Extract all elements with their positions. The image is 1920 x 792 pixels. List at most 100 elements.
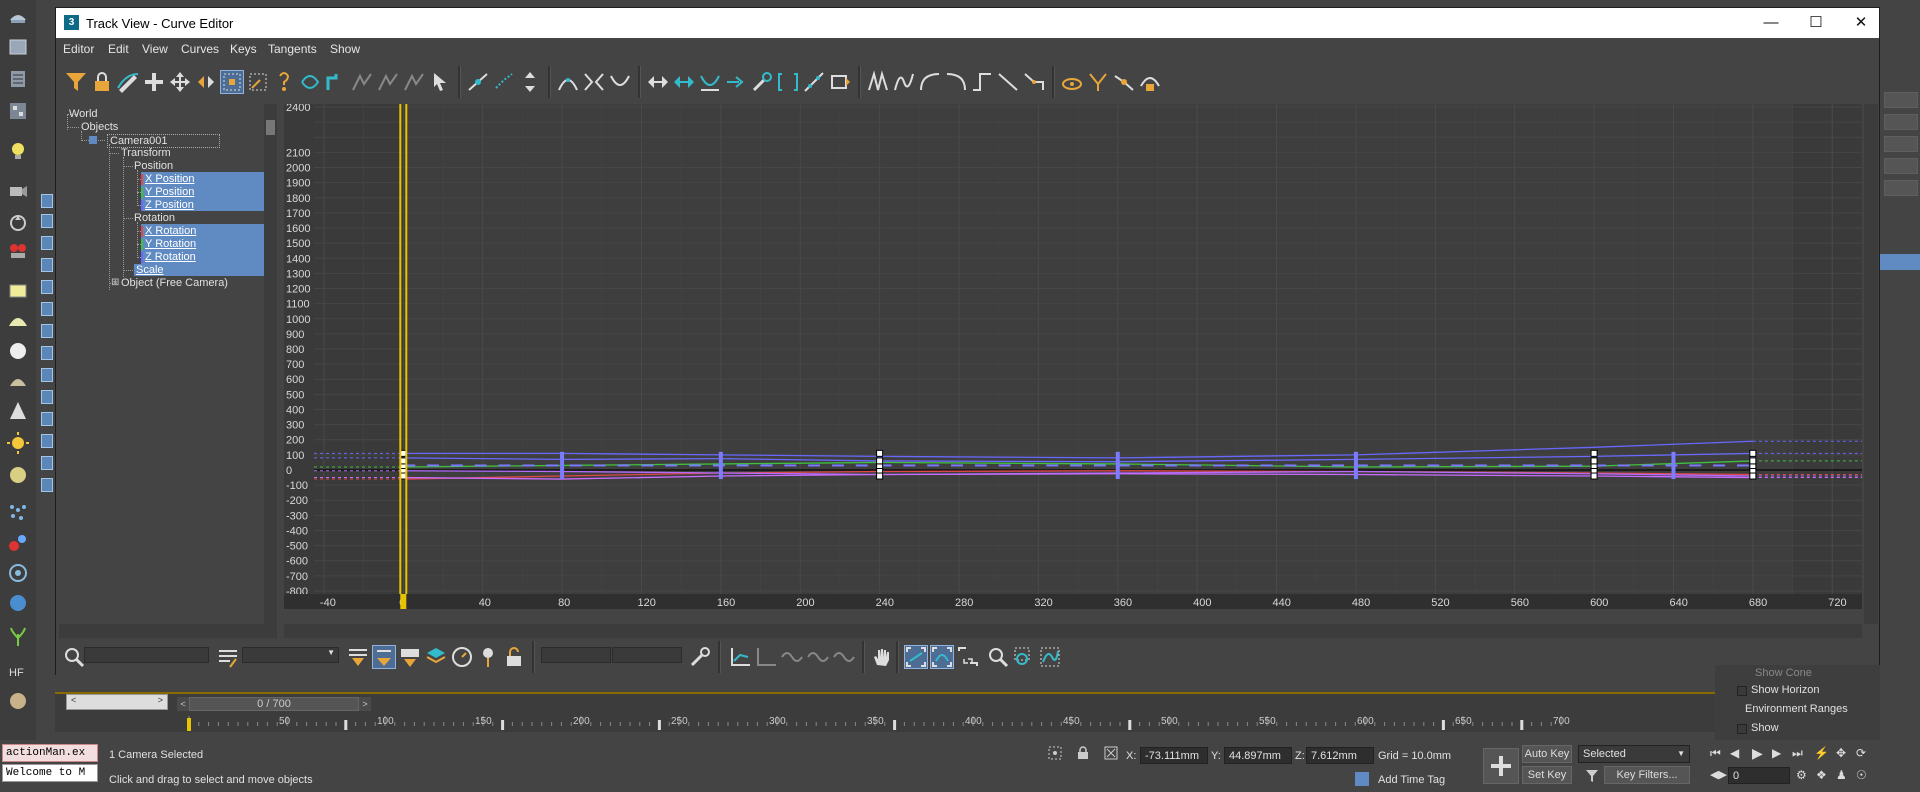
time-slider-next-button[interactable]: >	[359, 697, 371, 711]
tangent-break-icon[interactable]	[582, 70, 606, 94]
add-time-tag[interactable]: Add Time Tag	[1378, 774, 1445, 786]
show-tangents-icon[interactable]	[1060, 70, 1084, 94]
play-icon[interactable]: ▶	[1752, 745, 1763, 762]
graph-axes-icon[interactable]	[728, 645, 752, 669]
tree-node-x-rotation[interactable]: X Rotation	[143, 225, 199, 237]
tool-icon[interactable]	[41, 478, 53, 492]
molecule-icon[interactable]	[7, 532, 29, 554]
walk-icon[interactable]: ♟	[1836, 768, 1847, 782]
pin-icon[interactable]	[476, 645, 500, 669]
expand-icon[interactable]: ⊞	[111, 277, 119, 288]
menu-edit[interactable]: Edit	[108, 42, 129, 56]
tool-icon[interactable]	[41, 434, 53, 448]
zoom-extents-icon[interactable]: ❖	[1816, 768, 1827, 782]
unlock-icon[interactable]	[502, 645, 526, 669]
show-horizon-checkbox[interactable]	[1737, 686, 1747, 696]
slide-keys-icon[interactable]	[194, 70, 218, 94]
move-keys-icon[interactable]	[168, 70, 192, 94]
hf-icon[interactable]: HF	[7, 660, 29, 682]
tangent-custom-icon[interactable]	[1022, 70, 1046, 94]
tangent-linear-icon[interactable]	[996, 70, 1020, 94]
selection-dropdown[interactable]: ▼	[242, 647, 339, 663]
menu-view[interactable]: View	[142, 42, 168, 56]
maxscript-listener-line2[interactable]: Welcome to M	[2, 764, 98, 782]
tree-node-object-free-camera[interactable]: Object (Free Camera)	[121, 277, 228, 289]
network-icon[interactable]	[7, 562, 29, 584]
retime-icon[interactable]	[272, 70, 296, 94]
curve-graph[interactable]: 2400 2100 2000 1900 1800 1700 1600 1500 1400 1300…	[284, 102, 1862, 609]
menu-curves[interactable]: Curves	[181, 42, 219, 56]
key-filters-button[interactable]: Key Filters...	[1604, 766, 1690, 784]
key-stats-icon[interactable]	[688, 645, 712, 669]
filter-selected-icon[interactable]	[372, 645, 396, 669]
hierarchy-icon[interactable]	[7, 100, 29, 122]
cone-icon[interactable]	[7, 400, 29, 422]
tree-vertical-scrollbar[interactable]	[264, 104, 277, 624]
plane-icon[interactable]	[7, 280, 29, 302]
dotted-keys-icon[interactable]	[492, 70, 516, 94]
tree-node-z-position[interactable]: Z Position	[143, 199, 196, 211]
tool-icon[interactable]	[41, 214, 53, 228]
current-frame-field[interactable]: 0	[1728, 767, 1790, 784]
frame-extents-icon[interactable]	[956, 645, 980, 669]
minimize-button[interactable]: —	[1756, 13, 1786, 33]
tool-icon[interactable]	[41, 194, 53, 208]
frame-field[interactable]	[541, 647, 611, 663]
y-coord-field[interactable]: 44.897mm	[1224, 747, 1292, 764]
sphere-gold-icon[interactable]	[7, 464, 29, 486]
panel-button[interactable]	[1884, 158, 1918, 174]
tree-node-y-position[interactable]: Y Position	[143, 186, 197, 198]
pan-hand-icon[interactable]	[870, 645, 894, 669]
ease-curve-icon[interactable]	[698, 70, 722, 94]
orbit-icon[interactable]: ⟳	[1856, 746, 1866, 760]
tree-node-world[interactable]: World	[69, 108, 98, 120]
tree-node-rotation[interactable]: Rotation	[134, 212, 175, 224]
diagonal-keys-icon[interactable]	[802, 70, 826, 94]
tool-icon[interactable]	[41, 302, 53, 316]
layer-stack-icon[interactable]	[424, 645, 448, 669]
z-coord-field[interactable]: 7.612mm	[1306, 747, 1374, 764]
menu-tangents[interactable]: Tangents	[268, 42, 317, 56]
loop-icon[interactable]	[828, 70, 852, 94]
filter-icon[interactable]	[64, 70, 88, 94]
panel-button[interactable]	[1884, 136, 1918, 152]
fov-icon[interactable]: ☉	[1856, 768, 1867, 782]
tree-horizontal-scrollbar[interactable]	[59, 624, 277, 638]
tool-icon[interactable]	[41, 456, 53, 470]
snap-frames-icon[interactable]	[298, 70, 322, 94]
tool-icon[interactable]	[41, 258, 53, 272]
key-mode-icon[interactable]: ⚡	[1814, 746, 1829, 760]
graph-vertical-scrollbar[interactable]	[1864, 104, 1878, 624]
tree-node-position[interactable]: Position	[134, 160, 173, 172]
key-mode-dropdown[interactable]: Selected ▼	[1578, 745, 1690, 763]
shell-spiral-icon[interactable]	[7, 690, 29, 712]
sun-icon[interactable]	[7, 432, 29, 454]
set-key-big-button[interactable]	[1483, 748, 1519, 784]
globe-icon[interactable]	[7, 592, 29, 614]
isolate-icon[interactable]	[1048, 746, 1062, 760]
scale-keys-icon[interactable]	[246, 70, 270, 94]
tree-node-y-rotation[interactable]: Y Rotation	[143, 238, 199, 250]
graph-gray-icon[interactable]	[754, 645, 778, 669]
key-step-icon[interactable]: ◀▶	[1710, 768, 1727, 781]
zoom-curve-icon[interactable]	[1038, 645, 1062, 669]
lock-tangents-icon[interactable]	[1138, 70, 1162, 94]
key-curve-icon[interactable]	[324, 70, 348, 94]
tree-node-x-position[interactable]: X Position	[143, 173, 197, 185]
filter-list-icon[interactable]	[346, 645, 370, 669]
zoom-region-icon[interactable]	[1012, 645, 1036, 669]
track-name-field[interactable]	[84, 647, 209, 663]
value-field[interactable]	[612, 647, 682, 663]
filter-keys-icon[interactable]	[398, 645, 422, 669]
tool-icon[interactable]	[41, 236, 53, 250]
tool-icon[interactable]	[41, 324, 53, 338]
time-tag-icon[interactable]	[1355, 772, 1369, 786]
tree-node-transform[interactable]: Transform	[121, 147, 171, 159]
pointer-icon[interactable]	[428, 70, 452, 94]
display-icon[interactable]	[7, 240, 29, 262]
curve-gray-icon[interactable]	[350, 70, 374, 94]
tool-icon[interactable]	[41, 390, 53, 404]
teapot-icon[interactable]	[7, 6, 29, 28]
time-slider-thumb[interactable]: 0 / 700	[189, 697, 359, 711]
time-display-icon[interactable]	[450, 645, 474, 669]
